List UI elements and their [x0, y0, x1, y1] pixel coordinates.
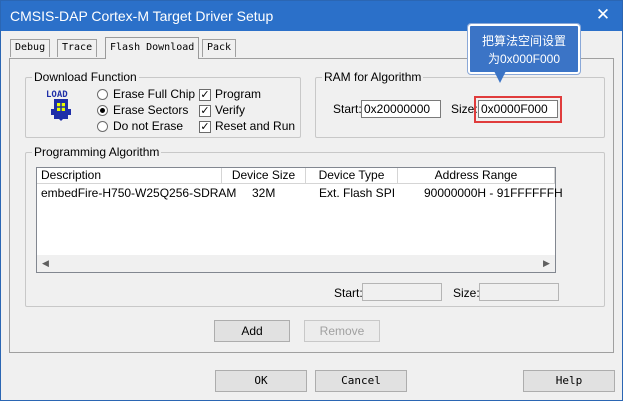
download-function-title: Download Function [32, 70, 139, 84]
list-header: Description Device Size Device Type Addr… [37, 168, 555, 184]
radio-erase-sectors[interactable] [97, 105, 108, 116]
load-icon-text: LOAD [46, 90, 68, 100]
column-device-size[interactable]: Device Size [222, 168, 306, 184]
cancel-button[interactable]: Cancel [315, 370, 407, 392]
check-reset-and-run-label: Reset and Run [215, 119, 296, 133]
ok-button[interactable]: OK [215, 370, 307, 392]
algorithm-size-input[interactable] [479, 283, 559, 301]
ram-for-algorithm-title: RAM for Algorithm [322, 70, 424, 84]
check-verify[interactable]: ✓ [199, 105, 211, 117]
dialog-window: CMSIS-DAP Cortex-M Target Driver Setup ✕… [0, 0, 623, 401]
tab-debug[interactable]: Debug [10, 39, 51, 57]
add-button[interactable]: Add [214, 320, 290, 342]
row-device-type: Ext. Flash SPI [319, 186, 396, 200]
check-verify-label: Verify [215, 103, 246, 117]
algorithm-list[interactable]: Description Device Size Device Type Addr… [36, 167, 563, 273]
radio-do-not-erase-label: Do not Erase [113, 119, 184, 133]
radio-do-not-erase[interactable] [97, 121, 108, 132]
column-address-range[interactable]: Address Range [398, 168, 555, 184]
callout-line-2: 为0x000F000 [487, 52, 561, 66]
check-program[interactable]: ✓ [199, 89, 211, 101]
tab-pack[interactable]: Pack [202, 39, 237, 57]
algorithm-size-label: Size: [453, 286, 480, 300]
column-description[interactable]: Description [37, 168, 222, 184]
table-row[interactable]: embedFire-H750-W25Q256-SDRAM 32M Ext. Fl… [37, 185, 563, 201]
algorithm-start-label: Start: [334, 286, 363, 300]
check-program-label: Program [215, 87, 262, 101]
load-icon: LOAD [45, 90, 79, 123]
scroll-left-icon[interactable]: ◀ [37, 255, 54, 272]
column-device-type[interactable]: Device Type [306, 168, 398, 184]
radio-erase-sectors-label: Erase Sectors [113, 103, 189, 117]
callout-line-1: 把算法空间设置 [481, 34, 566, 48]
help-button[interactable]: Help [523, 370, 615, 392]
horizontal-scrollbar[interactable]: ◀ ▶ [37, 255, 555, 272]
radio-erase-full-chip[interactable] [97, 89, 108, 100]
programming-algorithm-title: Programming Algorithm [32, 145, 162, 159]
close-icon[interactable]: ✕ [593, 5, 613, 25]
window-title: CMSIS-DAP Cortex-M Target Driver Setup [10, 8, 274, 24]
ram-start-label: Start: [333, 102, 362, 116]
radio-erase-full-chip-label: Erase Full Chip [113, 87, 196, 101]
remove-button[interactable]: Remove [304, 320, 380, 342]
scroll-right-icon[interactable]: ▶ [538, 255, 555, 272]
algorithm-start-input[interactable] [362, 283, 442, 301]
check-reset-and-run[interactable]: ✓ [199, 121, 211, 133]
tab-flash-download[interactable]: Flash Download [105, 37, 200, 59]
row-description: embedFire-H750-W25Q256-SDRAM [41, 186, 237, 200]
annotation-callout: 把算法空间设置 为0x000F000 [467, 23, 581, 75]
row-device-size: 32M [252, 186, 276, 200]
tab-trace[interactable]: Trace [57, 39, 98, 57]
row-address-range: 90000000H - 91FFFFFFH [424, 186, 563, 200]
ram-start-input[interactable]: 0x20000000 [361, 100, 441, 118]
size-highlight-box [474, 96, 562, 123]
callout-pointer [494, 71, 506, 83]
